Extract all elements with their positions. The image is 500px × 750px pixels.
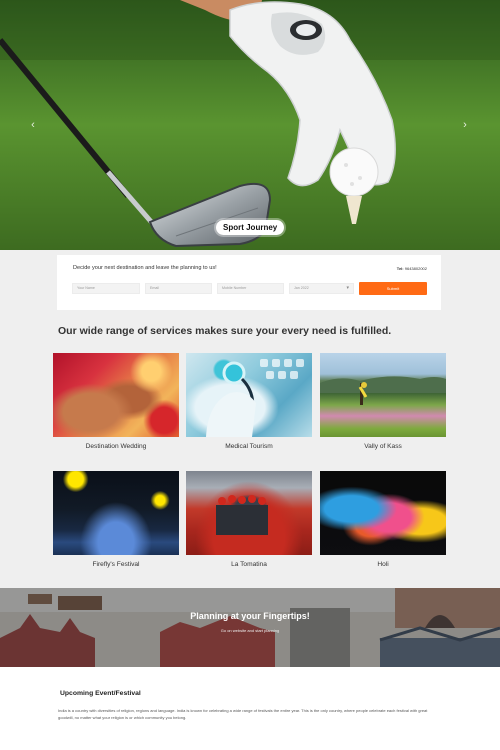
banner-title: Planning at your Fingertips! bbox=[190, 611, 310, 621]
page: ‹ › Sport Journey Decide your next desti… bbox=[0, 0, 500, 750]
service-card-label[interactable]: Holi bbox=[320, 561, 446, 568]
service-card-fireflys-festival[interactable] bbox=[53, 471, 179, 555]
carousel-prev-icon[interactable]: ‹ bbox=[26, 118, 40, 132]
hero-badge: Sport Journey bbox=[216, 220, 285, 235]
service-card-label[interactable]: La Tomatina bbox=[186, 561, 312, 568]
chevron-down-icon: ▾ bbox=[346, 285, 349, 291]
service-card-vally-of-kass[interactable] bbox=[320, 353, 446, 437]
hero-carousel[interactable]: ‹ › Sport Journey bbox=[0, 0, 500, 250]
month-select[interactable]: Jan 2022 ▾ bbox=[289, 283, 354, 294]
service-card-holi[interactable] bbox=[320, 471, 446, 555]
month-select-value: Jan 2022 bbox=[294, 286, 309, 290]
events-description: India is a country with diversities of r… bbox=[58, 708, 428, 720]
phone-label: Tel: bbox=[396, 266, 404, 271]
name-input[interactable]: Your Name bbox=[72, 283, 140, 294]
banner-subtitle: Go on website and start planning bbox=[220, 628, 280, 633]
tomatina-image bbox=[216, 495, 268, 535]
service-card-la-tomatina[interactable] bbox=[186, 471, 312, 555]
email-input[interactable]: Email bbox=[145, 283, 212, 294]
services-title: Our wide range of services makes sure yo… bbox=[58, 325, 392, 337]
service-card-label[interactable]: Vally of Kass bbox=[320, 443, 446, 450]
service-card-destination-wedding[interactable] bbox=[53, 353, 179, 437]
phone-number: 9643802002 bbox=[404, 266, 427, 271]
service-card-medical-tourism[interactable] bbox=[186, 353, 312, 437]
service-card-label[interactable]: Medical Tourism bbox=[186, 443, 312, 450]
planner-phone: Tel: 9643802002 bbox=[397, 266, 427, 271]
mobile-input[interactable]: Mobile Number bbox=[217, 283, 284, 294]
planner-form: Decide your next destination and leave t… bbox=[57, 255, 441, 310]
submit-button[interactable]: Submit bbox=[359, 282, 427, 295]
stethoscope-image bbox=[206, 359, 304, 437]
planner-title: Decide your next destination and leave t… bbox=[73, 265, 217, 271]
service-card-label[interactable]: Destination Wedding bbox=[53, 443, 179, 450]
hero-image bbox=[0, 0, 500, 250]
service-card-label[interactable]: Firefly's Festival bbox=[53, 561, 179, 568]
events-title: Upcoming Event/Festival bbox=[60, 690, 141, 697]
carousel-next-icon[interactable]: › bbox=[458, 118, 472, 132]
valley-image bbox=[320, 376, 446, 405]
